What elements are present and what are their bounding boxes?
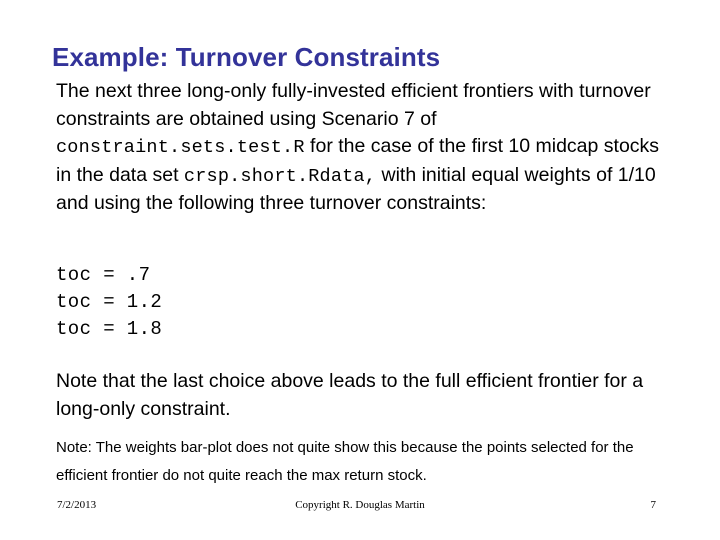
code-inline-crsp-short-rdata: crsp.short.Rdata, — [183, 165, 377, 187]
note-paragraph: Note that the last choice above leads to… — [56, 370, 644, 420]
body-text-segment-1: The next three long-only fully-invested … — [56, 80, 651, 130]
code-block: toc = .7 toc = 1.2 toc = 1.8 — [56, 262, 162, 343]
page-title: Example: Turnover Constraints — [52, 42, 441, 73]
code-inline-constraint-sets-test-r: constraint.sets.test.R — [56, 137, 305, 158]
footer-page-number: 7 — [650, 499, 657, 511]
code-line-toc-1: toc = .7 — [56, 264, 151, 286]
code-line-toc-3: toc = 1.8 — [56, 318, 163, 340]
code-line-toc-2: toc = 1.2 — [56, 291, 163, 313]
slide-footer: 7/2/2013 Copyright R. Douglas Martin 7 — [0, 499, 720, 521]
body-paragraph: The next three long-only fully-invested … — [56, 78, 666, 218]
small-note-text: Note: The weights bar-plot does not quit… — [56, 439, 634, 484]
slide-canvas: Example: Turnover Constraints The next t… — [0, 0, 720, 540]
